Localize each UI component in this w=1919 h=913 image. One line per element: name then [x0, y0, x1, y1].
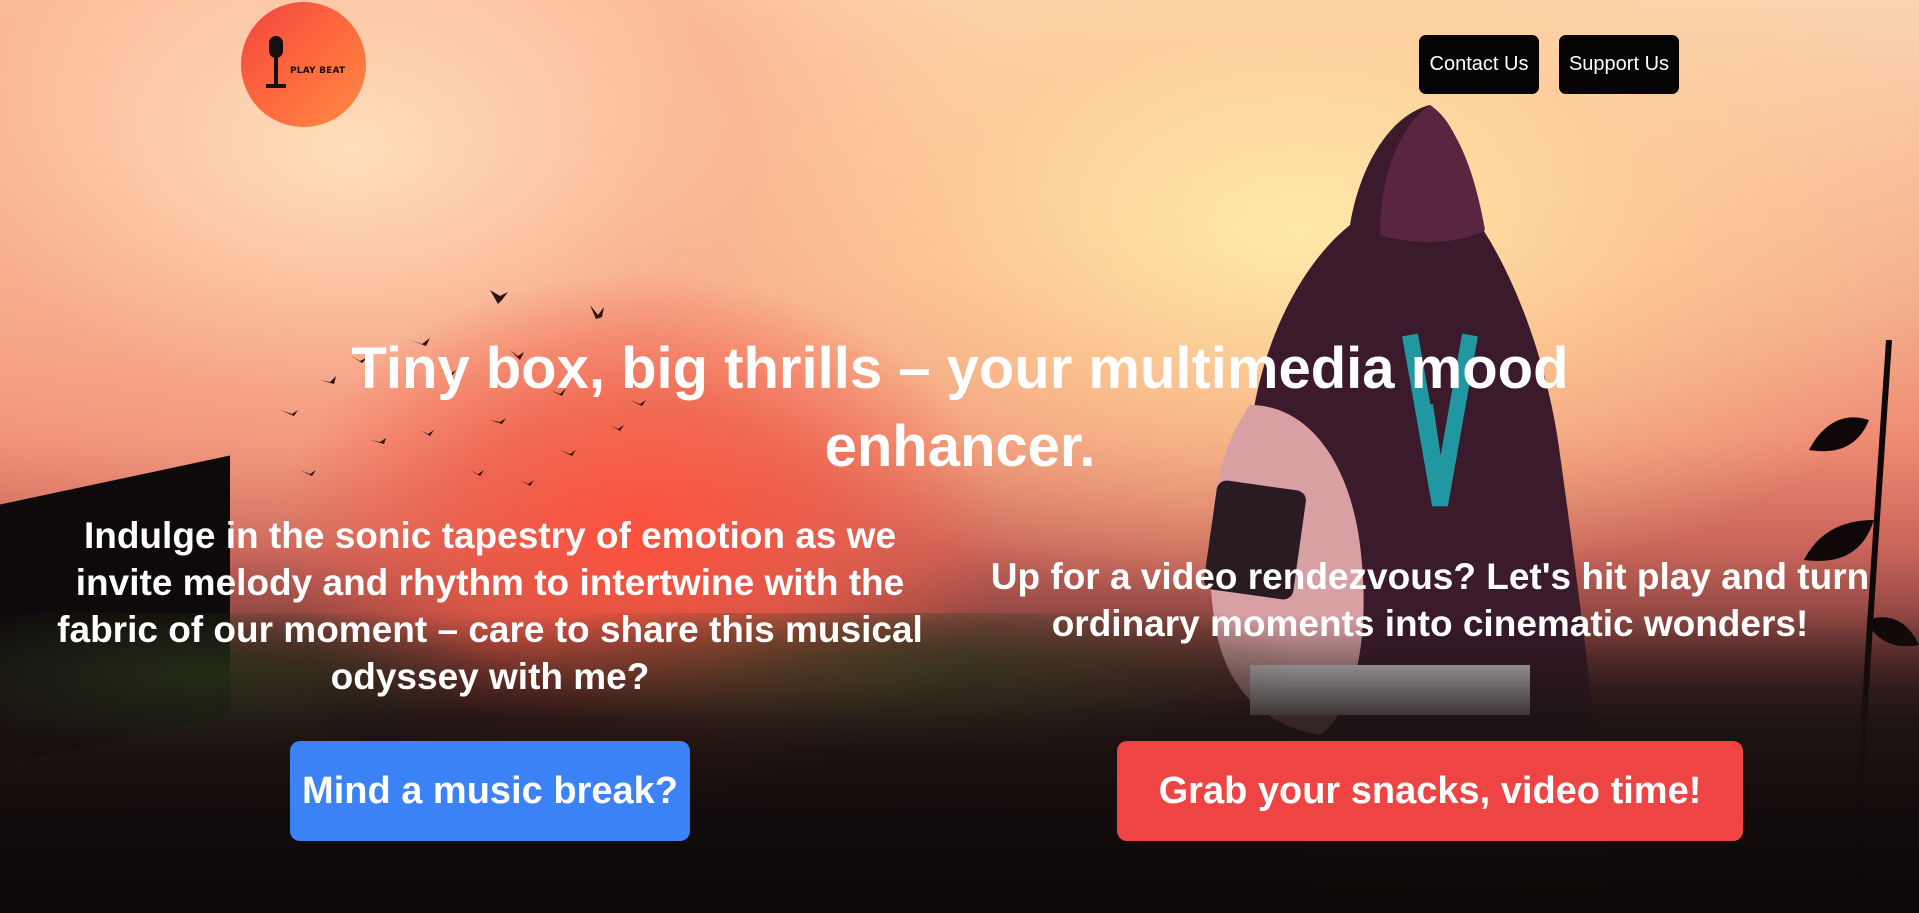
music-description: Indulge in the sonic tapestry of emotion… — [57, 515, 923, 697]
music-break-button[interactable]: Mind a music break? — [290, 741, 690, 841]
logo[interactable]: PLAY BEAT — [241, 2, 366, 127]
support-us-button[interactable]: Support Us — [1559, 35, 1679, 94]
logo-text: PLAY BEAT — [290, 66, 346, 76]
microphone-icon — [266, 36, 286, 88]
video-time-button[interactable]: Grab your snacks, video time! — [1117, 741, 1743, 841]
hero-headline: Tiny box, big thrills – your multimedia … — [351, 336, 1569, 479]
video-description: Up for a video rendezvous? Let's hit pla… — [990, 556, 1870, 644]
contact-us-button[interactable]: Contact Us — [1419, 35, 1539, 94]
